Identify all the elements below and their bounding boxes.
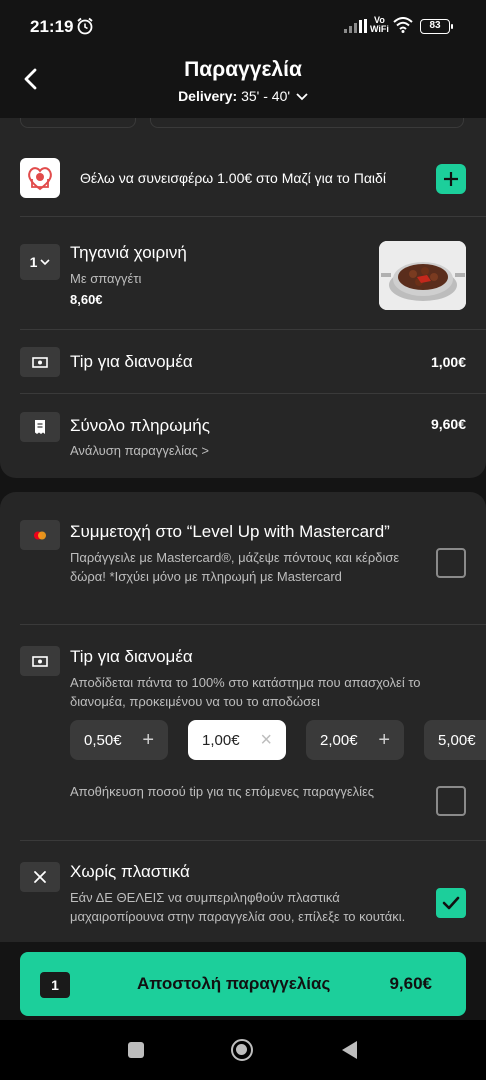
tip-option[interactable]: 0,50€ + [70, 720, 168, 760]
total-row-icon-box [20, 412, 60, 442]
plus-icon [444, 172, 458, 186]
add-donation-button[interactable] [436, 164, 466, 194]
divider [20, 840, 486, 841]
tip-section-icon-box [20, 646, 60, 676]
system-back-button[interactable] [342, 1041, 357, 1059]
charity-logo [20, 158, 60, 198]
no-plastic-desc: Εάν ΔΕ ΘΕΛΕΙΣ να συμπεριληφθούν πλαστικά… [70, 890, 406, 924]
divider [20, 216, 486, 217]
heart-envelope-icon [28, 167, 52, 191]
no-plastic-icon-box [20, 862, 60, 892]
save-tip-checkbox[interactable] [436, 786, 466, 816]
total-row-value: 9,60€ [430, 416, 466, 432]
donation-text: Θέλω να συνεισφέρω 1.00€ στο Μαζί για το… [80, 170, 386, 186]
plus-icon: + [378, 728, 390, 751]
submit-order-label: Αποστολή παραγγελίας [137, 974, 331, 993]
mastercard-icon [34, 531, 46, 539]
cutlery-icon [34, 871, 46, 883]
no-plastic-checkbox[interactable] [436, 888, 466, 918]
delivery-time: 35' - 40' [241, 88, 291, 104]
status-time: 21:19 [30, 17, 74, 36]
cart-count-badge: 1 [40, 972, 70, 998]
mastercard-desc: Παράγγειλε με Mastercard®, μάζεψε πόντου… [70, 550, 400, 584]
item-image [379, 241, 466, 310]
delivery-label: Delivery: [178, 88, 238, 104]
divider [20, 624, 486, 625]
item-price: 8,60€ [70, 292, 103, 307]
submit-order-button[interactable]: 1 Αποστολή παραγγελίας 9,60€ [20, 952, 466, 1016]
previous-option-box [20, 118, 136, 128]
home-button[interactable] [231, 1039, 253, 1061]
plus-icon: + [142, 728, 154, 751]
save-tip-label: Αποθήκευση ποσού tip για τις επόμενες πα… [70, 784, 375, 799]
battery-indicator: 83 [420, 19, 453, 34]
submit-order-price: 9,60€ [389, 974, 432, 993]
tip-row-label: Tip για διανομέα [70, 352, 193, 371]
tip-option-amount: 5,00€ [438, 731, 476, 749]
cash-icon [32, 356, 48, 368]
chevron-down-icon [40, 258, 50, 265]
wifi-icon [393, 17, 413, 33]
recents-button[interactable] [128, 1042, 144, 1058]
divider [20, 393, 486, 394]
no-plastic-title: Χωρίς πλαστικά [70, 862, 190, 881]
page-title: Παραγγελία [184, 58, 302, 81]
total-row-label: Σύνολο πληρωμής [70, 416, 210, 435]
tip-option[interactable]: 5,00€ [424, 720, 486, 760]
mastercard-title: Συμμετοχή στο “Level Up with Mastercard” [70, 522, 390, 541]
status-bar: 21:19 Vo WiFi 83 [0, 0, 486, 52]
delivery-time-selector[interactable]: Delivery: 35' - 40' [0, 88, 486, 104]
mastercard-icon-box [20, 520, 60, 550]
tip-section-title: Tip για διανομέα [70, 647, 193, 666]
chevron-down-icon [296, 93, 308, 101]
close-icon[interactable]: × [260, 729, 272, 752]
item-option: Με σπαγγέτι [70, 271, 142, 286]
order-breakdown-link[interactable]: Ανάλυση παραγγελίας > [70, 443, 209, 458]
tip-row-icon-box [20, 347, 60, 377]
tip-option-amount: 0,50€ [84, 731, 122, 749]
tip-section-desc: Αποδίδεται πάντα το 100% στο κατάστημα π… [70, 675, 421, 709]
previous-option-box [150, 118, 464, 128]
signal-icon [344, 19, 367, 33]
item-quantity: 1 [29, 254, 38, 270]
tip-option-selected[interactable]: 1,00€ × [188, 720, 286, 760]
vowifi-indicator: Vo WiFi [370, 15, 389, 34]
quantity-selector[interactable]: 1 [20, 244, 60, 280]
alarm-icon [77, 17, 93, 35]
divider [20, 329, 486, 330]
tip-option-amount: 1,00€ [202, 731, 240, 749]
cash-icon [32, 655, 48, 667]
mastercard-checkbox[interactable] [436, 548, 466, 578]
header: Παραγγελία Delivery: 35' - 40' [0, 52, 486, 118]
system-nav-bar [0, 1020, 486, 1080]
tip-row-value: 1,00€ [430, 354, 466, 370]
checkmark-icon [442, 896, 460, 910]
tip-option-amount: 2,00€ [320, 731, 358, 749]
tip-option[interactable]: 2,00€ + [306, 720, 404, 760]
item-name[interactable]: Τηγανιά χοιρινή [70, 243, 187, 263]
receipt-icon [35, 420, 45, 434]
